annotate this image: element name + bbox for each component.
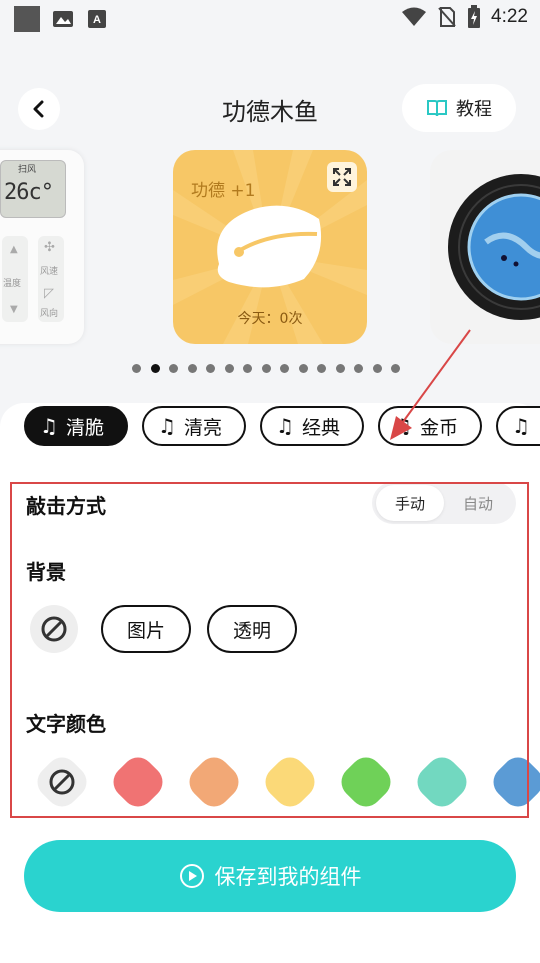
pagination-dot[interactable]	[187, 364, 197, 373]
clock: 4:22	[491, 6, 528, 27]
remote-direction-label: 风向	[40, 309, 59, 319]
save-button-label: 保存到我的组件	[214, 865, 362, 889]
pagination-dot[interactable]	[243, 364, 252, 373]
sound-chip-label: 经典	[301, 416, 340, 439]
sound-chip-more[interactable]: ♫	[496, 406, 540, 446]
sound-chip-label: 金币	[419, 416, 458, 439]
music-note-icon: ♫	[394, 414, 412, 438]
pagination-dot[interactable]	[298, 364, 308, 373]
app-notification-icon	[14, 6, 40, 32]
sound-selector: ♫ 清脆 ♫ 清亮 ♫ 经典 ♫ 金币 ♫	[0, 404, 540, 448]
pagination-dot[interactable]	[206, 364, 215, 373]
tutorial-button[interactable]: 教程	[402, 84, 516, 132]
sound-chip-qingliang[interactable]: ♫ 清亮	[142, 406, 246, 446]
music-note-icon: ♫	[40, 414, 58, 438]
save-to-widget-button[interactable]: 保存到我的组件	[24, 840, 516, 912]
no-sim-icon	[438, 7, 456, 27]
pagination-dot[interactable]	[224, 364, 234, 373]
widget-card-vinyl[interactable]	[430, 150, 540, 344]
today-count: 今天：0次	[237, 311, 303, 327]
remote-mode-label: 扫风	[18, 165, 37, 175]
svg-text:A: A	[93, 14, 101, 26]
pagination-dot[interactable]	[317, 364, 326, 373]
sound-chip-jingdian[interactable]: ♫ 经典	[260, 406, 364, 446]
play-circle-icon	[179, 864, 204, 888]
expand-button[interactable]	[327, 162, 357, 192]
status-bar: A 4:22	[0, 0, 540, 36]
expand-icon	[333, 168, 351, 186]
remote-temp-label: 温度	[3, 279, 22, 289]
sound-chip-jinbi[interactable]: ♫ 金币	[378, 406, 482, 446]
music-note-icon: ♫	[276, 414, 294, 438]
pagination-dot[interactable]	[132, 364, 141, 373]
triangle-down-icon: ▼	[10, 304, 18, 315]
pagination-dot[interactable]	[261, 364, 271, 373]
pagination-dot[interactable]	[280, 364, 289, 373]
pagination-dot[interactable]	[391, 364, 400, 373]
vinyl-record-icon	[448, 174, 540, 320]
wifi-icon	[402, 7, 427, 26]
sound-chip-label: 清亮	[183, 416, 222, 439]
tutorial-label: 教程	[456, 99, 492, 120]
remote-temp-pad: ▲ 温度 ▼	[2, 236, 28, 322]
widget-card-remote[interactable]: 扫风 26c° ▲ 温度 ▼ ✣ 风速 ◸ 风向	[0, 150, 84, 344]
remote-temperature: 26c°	[4, 180, 54, 205]
pagination-dot[interactable]	[372, 364, 382, 373]
remote-speed-label: 风速	[40, 267, 59, 277]
remote-fan-pad: ✣ 风速 ◸ 风向	[38, 236, 64, 322]
pagination-dot[interactable]	[354, 364, 363, 373]
sound-chip-qingcui[interactable]: ♫ 清脆	[24, 406, 128, 446]
annotation-highlight-box	[10, 482, 529, 818]
image-icon	[53, 11, 73, 27]
pagination-dot[interactable]	[150, 364, 160, 373]
book-icon	[427, 100, 447, 117]
music-note-icon: ♫	[158, 414, 176, 438]
battery-icon	[468, 5, 481, 28]
sound-chip-label: 清脆	[65, 416, 104, 439]
triangle-up-icon: ▲	[10, 244, 18, 255]
font-icon: A	[88, 10, 106, 28]
fan-icon: ✣	[44, 240, 55, 255]
pagination-dot[interactable]	[169, 364, 178, 373]
swing-icon: ◸	[44, 286, 54, 301]
widget-card-muyu[interactable]: 功德 +1 今天：0次	[173, 150, 367, 344]
wooden-fish-icon	[217, 205, 322, 288]
music-note-icon: ♫	[512, 414, 530, 438]
carousel-pagination	[132, 364, 400, 373]
pagination-dot[interactable]	[335, 364, 345, 373]
